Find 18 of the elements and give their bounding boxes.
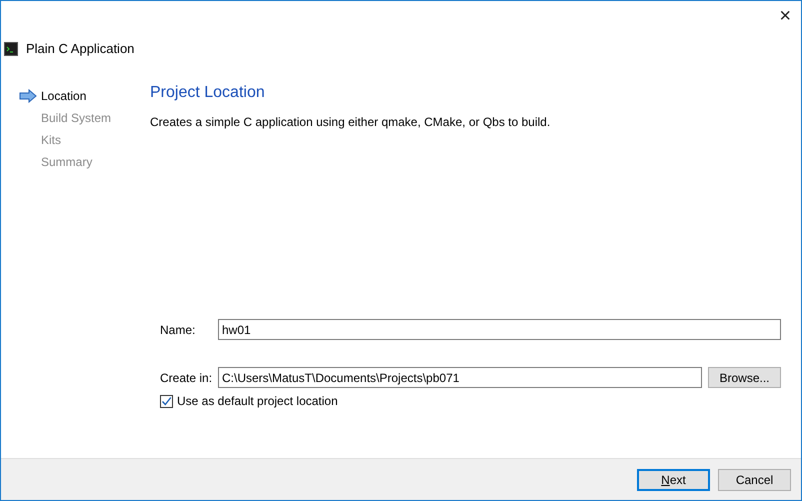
name-label: Name: [160, 322, 196, 338]
path-field[interactable]: C:\Users\MatusT\Documents\Projects\pb071 [218, 367, 702, 388]
default-location-label: Use as default project location [177, 393, 338, 410]
page-description: Creates a simple C application using either qmake, CMake, or Qbs to build. [150, 114, 552, 131]
browse-button[interactable]: Browse... [708, 367, 781, 388]
create-in-label: Create in: [160, 370, 212, 386]
page-heading: Project Location [150, 82, 266, 102]
step-label: Summary [41, 154, 92, 170]
window-title: Plain C Application [26, 40, 134, 58]
name-field[interactable]: hw01 [218, 319, 781, 340]
step-label: Build System [41, 110, 112, 126]
terminal-icon [4, 42, 18, 56]
cancel-button[interactable]: Cancel [718, 468, 791, 490]
step-label: Kits [41, 132, 62, 148]
close-button[interactable]: × [769, 1, 801, 31]
checkbox[interactable] [160, 394, 173, 408]
next-button[interactable]: Next [637, 468, 710, 490]
step-label: Location [41, 88, 86, 104]
